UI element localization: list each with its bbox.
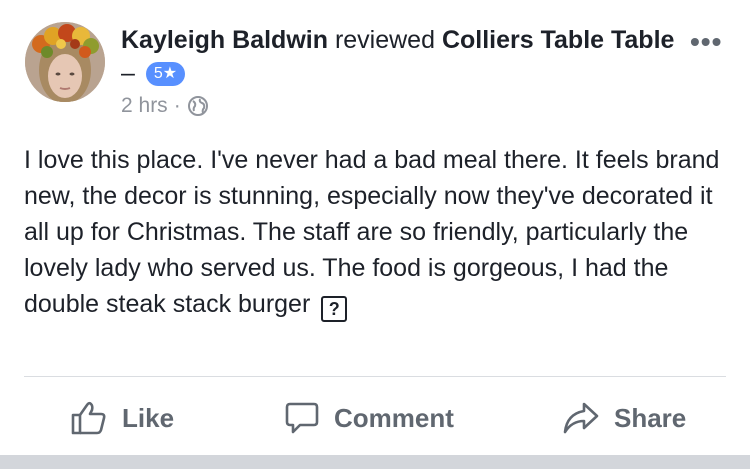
like-label: Like: [122, 402, 175, 433]
avatar[interactable]: [25, 22, 105, 102]
thumbs-up-icon: [71, 401, 106, 435]
comment-button[interactable]: Comment: [284, 390, 454, 446]
post-header: Kayleigh Baldwin reviewed Colliers Table…: [121, 24, 681, 90]
share-icon: [563, 402, 599, 434]
review-body-text: I love this place. I've never had a bad …: [24, 146, 720, 318]
header-dash: –: [121, 59, 135, 87]
more-options-button[interactable]: •••: [690, 28, 722, 56]
business-name[interactable]: Colliers Table Table: [442, 26, 674, 54]
review-text: I love this place. I've never had a bad …: [24, 142, 730, 322]
rating-badge: 5★: [145, 62, 186, 86]
meta-separator: ·: [173, 94, 181, 117]
author-name[interactable]: Kayleigh Baldwin: [121, 26, 328, 54]
like-button[interactable]: Like: [70, 390, 174, 446]
share-button[interactable]: Share: [562, 390, 686, 446]
divider: [24, 376, 726, 377]
post-time[interactable]: 2 hrs: [121, 94, 168, 118]
action-text: reviewed: [334, 26, 435, 54]
comment-label: Comment: [334, 402, 454, 433]
globe-icon[interactable]: [187, 95, 209, 117]
action-bar: Like Comment Share: [0, 390, 750, 446]
avatar-image: [25, 22, 105, 102]
comment-icon: [285, 402, 319, 434]
review-post-card: Kayleigh Baldwin reviewed Colliers Table…: [0, 0, 750, 455]
feed-separator-band: [0, 455, 750, 469]
unknown-character-box: ?: [321, 296, 348, 322]
post-meta: 2 hrs ·: [121, 94, 209, 118]
share-label: Share: [614, 402, 687, 433]
